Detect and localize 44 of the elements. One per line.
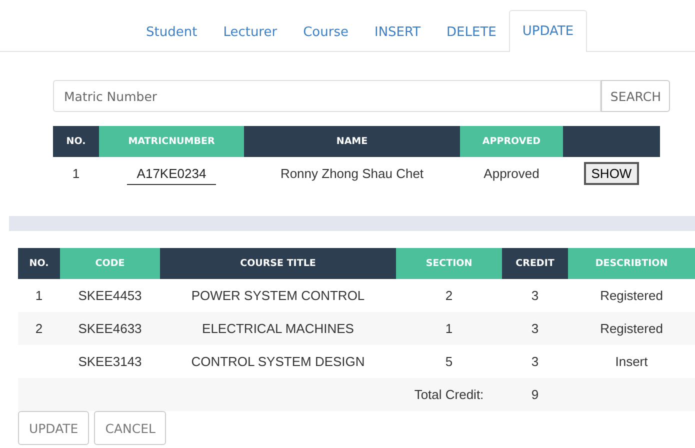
total-label: Total Credit:: [396, 378, 502, 411]
table-cell: SKEE3143: [60, 345, 160, 378]
table-cell: 3: [502, 279, 568, 312]
tab[interactable]: INSERT: [361, 12, 434, 52]
tab[interactable]: UPDATE: [509, 10, 587, 52]
table-cell: CONTROL SYSTEM DESIGN: [160, 345, 396, 378]
table-cell: 3: [502, 345, 568, 378]
table-cell: Ronny Zhong Shau Chet: [244, 157, 460, 190]
table-cell: SKEE4453: [60, 279, 160, 312]
search-button[interactable]: SEARCH: [601, 80, 670, 112]
table-cell: 1: [396, 312, 502, 345]
tab[interactable]: DELETE: [434, 12, 510, 52]
cancel-button[interactable]: CANCEL: [94, 411, 166, 445]
column-header: NAME: [244, 126, 460, 157]
table-cell: 2: [18, 312, 60, 345]
column-header: NO.: [18, 248, 60, 279]
update-button[interactable]: UPDATE: [18, 411, 90, 445]
table-cell: 3: [502, 312, 568, 345]
table-cell: POWER SYSTEM CONTROL: [160, 279, 396, 312]
column-header: SECTION: [396, 248, 502, 279]
column-header: CREDIT: [502, 248, 568, 279]
matric-link[interactable]: A17KE0234: [126, 166, 216, 185]
search-field[interactable]: Matric Number: [53, 80, 602, 112]
column-header: DESCRIBTION: [568, 248, 695, 279]
table-cell: 2: [396, 279, 502, 312]
table-cell: Registered: [568, 279, 695, 312]
show-button[interactable]: SHOW: [584, 162, 639, 185]
column-header: MATRICNUMBER: [99, 126, 244, 157]
tab[interactable]: Student: [133, 12, 210, 52]
table-cell: 1: [18, 279, 60, 312]
column-header: CODE: [60, 248, 160, 279]
table-cell: ELECTRICAL MACHINES: [160, 312, 396, 345]
tab[interactable]: Course: [290, 12, 362, 52]
tab[interactable]: Lecturer: [210, 12, 290, 52]
table-cell: SKEE4633: [60, 312, 160, 345]
table-cell: Insert: [568, 345, 695, 378]
table-cell: 5: [396, 345, 502, 378]
column-header: APPROVED: [460, 126, 563, 157]
table-cell: Approved: [460, 157, 563, 190]
column-header: NO.: [53, 126, 99, 157]
table-cell: 1: [53, 157, 99, 190]
total-value: 9: [502, 378, 568, 411]
column-header: COURSE TITLE: [160, 248, 396, 279]
table-cell: Registered: [568, 312, 695, 345]
